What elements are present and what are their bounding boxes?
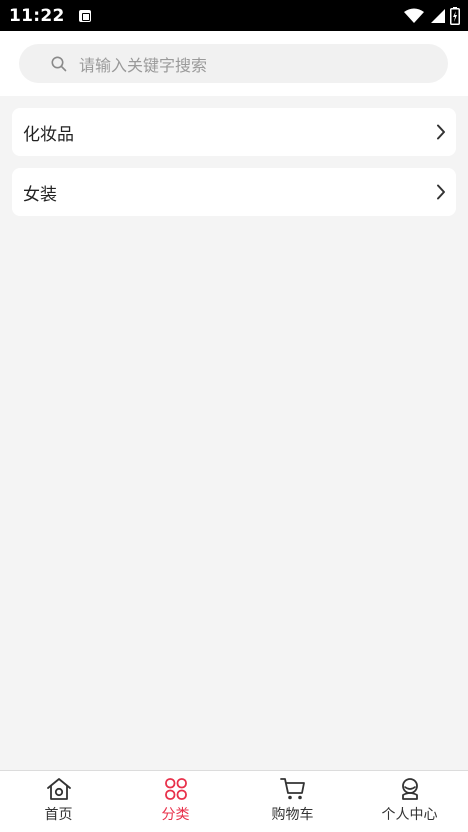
- wifi-icon: [404, 8, 424, 23]
- category-label: 女装: [23, 184, 57, 205]
- search-icon: [51, 56, 67, 71]
- category-item-womens-clothing[interactable]: 女装: [12, 168, 456, 216]
- signal-icon: [431, 8, 445, 23]
- tab-label: 分类: [161, 807, 190, 823]
- tab-label: 个人中心: [381, 807, 438, 823]
- category-grid-icon: [164, 778, 187, 800]
- user-profile-icon: [401, 778, 418, 800]
- status-icons: [404, 6, 460, 25]
- notification-a-icon: [78, 9, 91, 22]
- tab-label: 首页: [44, 807, 73, 823]
- tab-category[interactable]: 分类: [117, 771, 234, 832]
- chevron-right-icon: [437, 184, 445, 200]
- shopping-cart-icon: [279, 778, 305, 800]
- category-list: 化妆品 女装: [12, 108, 456, 228]
- tab-profile[interactable]: 个人中心: [351, 771, 468, 832]
- category-item-cosmetics[interactable]: 化妆品: [12, 108, 456, 156]
- battery-icon: [450, 6, 460, 25]
- search-input[interactable]: 请输入关键字搜索: [19, 44, 448, 83]
- search-area: 请输入关键字搜索: [0, 31, 468, 96]
- bottom-tab-bar: 首页 分类 购物车 个人中心: [0, 770, 468, 832]
- status-bar: 11:22: [0, 0, 468, 31]
- tab-label: 购物车: [271, 807, 314, 823]
- home-icon: [46, 778, 71, 800]
- tab-home[interactable]: 首页: [0, 771, 117, 832]
- status-time: 11:22: [9, 5, 65, 26]
- search-placeholder: 请输入关键字搜索: [79, 55, 208, 75]
- tab-cart[interactable]: 购物车: [234, 771, 351, 832]
- category-label: 化妆品: [23, 124, 74, 145]
- chevron-right-icon: [437, 124, 445, 140]
